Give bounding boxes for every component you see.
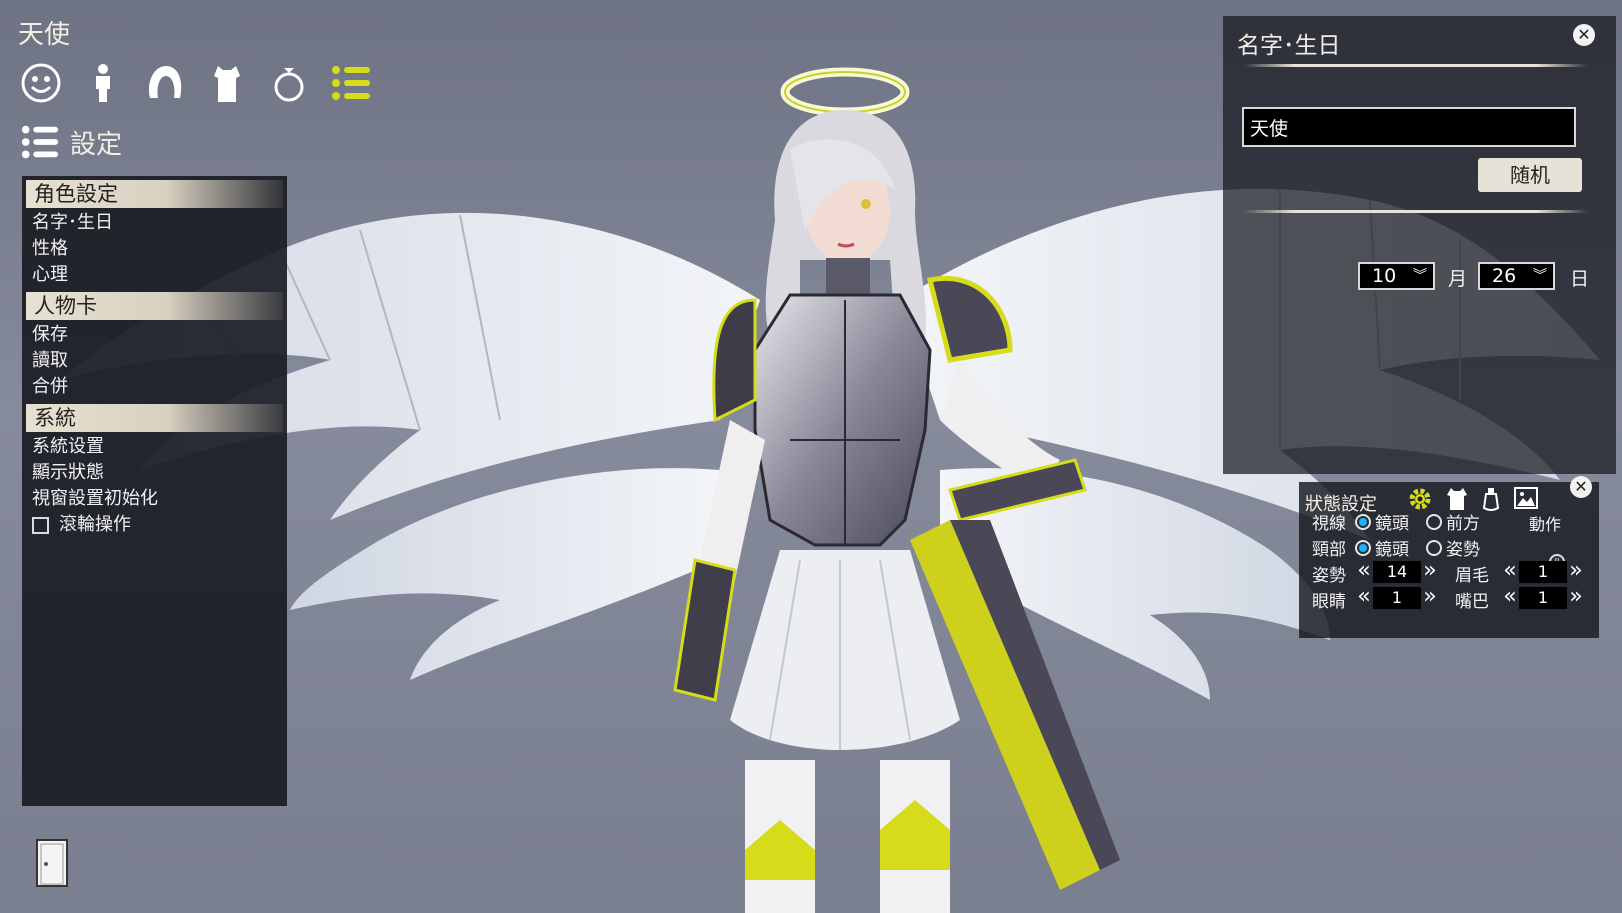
name-birthday-panel: 名字･生日 ✕ 随机 10 ︾ 月 26 ︾ 日 — [1223, 16, 1616, 474]
chevron-down-icon: ︾ — [1413, 268, 1427, 284]
chevron-right-icon[interactable]: » — [1567, 586, 1585, 609]
day-unit: 日 — [1570, 268, 1590, 290]
character-name-title: 天使 — [18, 20, 71, 50]
chevron-left-icon[interactable]: « — [1355, 586, 1373, 609]
pose-value: 14 — [1373, 561, 1421, 583]
mouth-stepper: « 1 » — [1501, 586, 1585, 609]
exit-door-icon[interactable] — [35, 838, 69, 892]
radio-label: 姿勢 — [1446, 540, 1480, 560]
section-character-card: 人物卡 — [26, 292, 283, 320]
month-select[interactable]: 10 ︾ — [1358, 262, 1435, 290]
eyebrow-label: 眉毛 — [1455, 566, 1489, 586]
potion-icon[interactable] — [1481, 486, 1501, 512]
face-icon[interactable] — [18, 60, 64, 106]
panel-title: 名字･生日 — [1237, 33, 1341, 59]
menu-item-reset-window[interactable]: 視窗設置初始化 — [22, 486, 287, 512]
settings-list-icon — [21, 125, 59, 159]
chevron-right-icon[interactable]: » — [1421, 560, 1439, 583]
close-icon[interactable]: ✕ — [1573, 24, 1595, 46]
category-toolbar — [18, 60, 374, 106]
settings-label: 設定 — [70, 129, 123, 160]
eyebrow-value: 1 — [1519, 561, 1567, 583]
gaze-camera-radio[interactable]: 鏡頭 — [1355, 509, 1409, 534]
accessory-icon[interactable] — [266, 60, 312, 106]
eyes-label: 眼睛 — [1312, 592, 1346, 612]
gaze-front-radio[interactable]: 前方 — [1426, 509, 1480, 534]
clothes-icon[interactable] — [204, 60, 250, 106]
motion-label: 動作 — [1529, 515, 1562, 534]
mouth-label: 嘴巴 — [1455, 592, 1489, 612]
radio-dot[interactable] — [1426, 513, 1442, 530]
eyes-value: 1 — [1373, 587, 1421, 609]
day-value: 26 — [1492, 265, 1517, 287]
chevron-right-icon[interactable]: » — [1421, 586, 1439, 609]
menu-item-psychology[interactable]: 心理 — [22, 262, 287, 288]
list-icon[interactable] — [328, 60, 374, 106]
pose-label: 姿勢 — [1312, 566, 1346, 586]
section-character-settings: 角色設定 — [26, 180, 283, 208]
chevron-right-icon[interactable]: » — [1567, 560, 1585, 583]
random-button[interactable]: 随机 — [1478, 158, 1582, 192]
mouth-value: 1 — [1519, 587, 1567, 609]
radio-label: 鏡頭 — [1375, 540, 1409, 560]
divider — [1243, 210, 1588, 213]
radio-dot[interactable] — [1426, 539, 1442, 556]
head-pose-radio[interactable]: 姿勢 — [1426, 535, 1480, 560]
radio-label: 前方 — [1446, 514, 1480, 534]
section-system: 系統 — [26, 404, 283, 432]
menu-item-merge[interactable]: 合併 — [22, 374, 287, 400]
head-camera-radio[interactable]: 鏡頭 — [1355, 535, 1409, 560]
chest-armor — [753, 293, 932, 547]
settings-menu: 角色設定 名字･生日 性格 心理 人物卡 保存 讀取 合併 系統 系統设置 顯示… — [22, 176, 287, 806]
checkbox-label: 滾輪操作 — [59, 514, 131, 535]
month-unit: 月 — [1448, 268, 1468, 290]
body-icon[interactable] — [80, 60, 126, 106]
head-label: 頸部 — [1312, 540, 1346, 560]
skirt — [730, 550, 960, 750]
chevron-down-icon: ︾ — [1533, 268, 1547, 284]
gaze-label: 視線 — [1312, 514, 1346, 534]
name-input[interactable] — [1242, 107, 1576, 147]
close-icon[interactable]: ✕ — [1570, 476, 1592, 498]
eyebrow-stepper: « 1 » — [1501, 560, 1585, 583]
radio-label: 鏡頭 — [1375, 514, 1409, 534]
menu-item-name-birthday[interactable]: 名字･生日 — [22, 210, 287, 236]
chevron-left-icon[interactable]: « — [1355, 560, 1373, 583]
day-select[interactable]: 26 ︾ — [1478, 262, 1555, 290]
month-value: 10 — [1372, 265, 1397, 287]
menu-item-personality[interactable]: 性格 — [22, 236, 287, 262]
menu-item-load[interactable]: 讀取 — [22, 348, 287, 374]
menu-item-system-settings[interactable]: 系統设置 — [22, 434, 287, 460]
settings-header: 設定 — [20, 122, 122, 162]
chevron-left-icon[interactable]: « — [1501, 586, 1519, 609]
menu-item-display-status[interactable]: 顯示狀態 — [22, 460, 287, 486]
checkbox-box[interactable] — [32, 516, 49, 534]
image-icon[interactable] — [1513, 486, 1539, 510]
menu-item-save[interactable]: 保存 — [22, 322, 287, 348]
pose-stepper: « 14 » — [1355, 560, 1439, 583]
hair-icon[interactable] — [142, 60, 188, 106]
eyes-stepper: « 1 » — [1355, 586, 1439, 609]
radio-dot[interactable] — [1355, 513, 1371, 530]
radio-dot[interactable] — [1355, 539, 1371, 556]
divider — [1243, 64, 1588, 67]
scroll-wheel-checkbox[interactable]: 滾輪操作 — [22, 512, 287, 538]
status-settings-panel: 狀態設定 ✕ 視線 鏡頭 前方 動作 頸部 鏡頭 姿勢 II 姿勢 « 14 »… — [1299, 476, 1599, 638]
chevron-left-icon[interactable]: « — [1501, 560, 1519, 583]
